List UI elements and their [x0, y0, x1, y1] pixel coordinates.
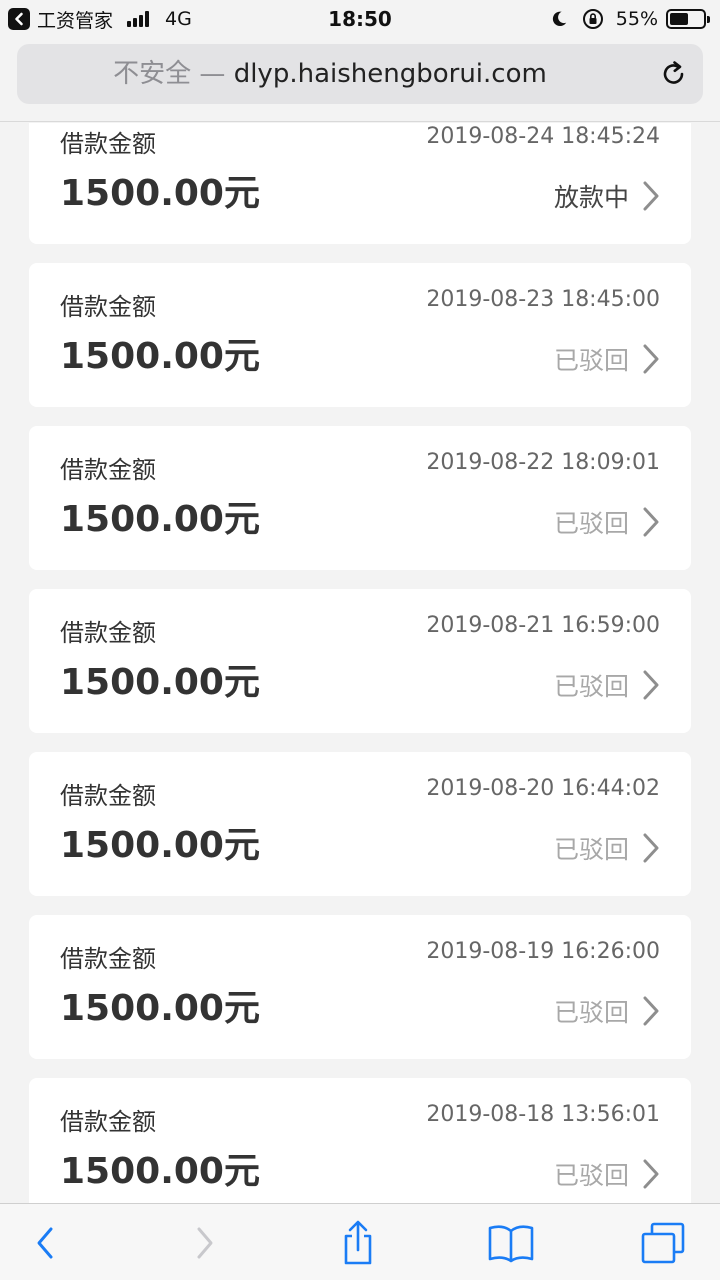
card-label: 借款金额 [60, 782, 156, 810]
card-status: 已驳回 [553, 998, 629, 1027]
card-time: 2019-08-22 18:09:01 [426, 450, 660, 475]
card-status: 放款中 [553, 183, 629, 212]
card-time: 2019-08-18 13:56:01 [426, 1102, 660, 1127]
tabs-button[interactable] [638, 1218, 688, 1268]
record-card[interactable]: 借款金额 2019-08-20 16:44:02 1500.00元 已驳回 [29, 752, 691, 896]
forward-button[interactable] [180, 1218, 230, 1268]
chevron-right-icon [643, 181, 659, 211]
battery-percent: 55% [615, 8, 658, 30]
card-amount: 1500.00元 [60, 336, 260, 377]
chevron-right-icon [643, 833, 659, 863]
status-bar: 工资管家 4G 18:50 55% [0, 0, 720, 38]
card-time: 2019-08-21 16:59:00 [426, 613, 660, 638]
record-card[interactable]: 借款金额 2019-08-18 13:56:01 1500.00元 已驳回 [29, 1078, 691, 1203]
card-amount: 1500.00元 [60, 988, 260, 1029]
card-amount: 1500.00元 [60, 173, 260, 214]
card-label: 借款金额 [60, 130, 156, 158]
card-time: 2019-08-19 16:26:00 [426, 939, 660, 964]
chevron-right-icon [643, 344, 659, 374]
record-list[interactable]: 借款金额 2019-08-24 18:45:24 1500.00元 放款中 借款… [0, 123, 720, 1203]
bookmarks-button[interactable] [486, 1218, 536, 1268]
card-label: 借款金额 [60, 293, 156, 321]
record-card[interactable]: 借款金额 2019-08-22 18:09:01 1500.00元 已驳回 [29, 426, 691, 570]
tabs-icon [641, 1222, 685, 1264]
card-amount: 1500.00元 [60, 662, 260, 703]
card-time: 2019-08-20 16:44:02 [426, 776, 660, 801]
record-card[interactable]: 借款金额 2019-08-19 16:26:00 1500.00元 已驳回 [29, 915, 691, 1059]
reload-icon[interactable] [659, 59, 689, 89]
address-bar[interactable]: 不安全 — dlyp.haishengborui.com [17, 44, 703, 104]
record-card[interactable]: 借款金额 2019-08-24 18:45:24 1500.00元 放款中 [29, 123, 691, 244]
insecure-label: 不安全 — [113, 59, 226, 89]
status-right: 55% [550, 4, 710, 34]
browser-header: 不安全 — dlyp.haishengborui.com [0, 38, 720, 122]
card-amount: 1500.00元 [60, 499, 260, 540]
rotation-lock-icon [582, 9, 603, 29]
card-label: 借款金额 [60, 619, 156, 647]
card-amount: 1500.00元 [60, 1151, 260, 1192]
card-status: 已驳回 [553, 672, 629, 701]
address-host: dlyp.haishengborui.com [233, 59, 547, 89]
share-button[interactable] [333, 1218, 383, 1268]
card-label: 借款金额 [60, 945, 156, 973]
chevron-right-icon [643, 996, 659, 1026]
card-status: 已驳回 [553, 835, 629, 864]
card-amount: 1500.00元 [60, 825, 260, 866]
record-card[interactable]: 借款金额 2019-08-21 16:59:00 1500.00元 已驳回 [29, 589, 691, 733]
record-card[interactable]: 借款金额 2019-08-23 18:45:00 1500.00元 已驳回 [29, 263, 691, 407]
back-button[interactable] [20, 1218, 70, 1268]
chevron-left-icon [37, 1227, 53, 1259]
chevron-right-icon [643, 1159, 659, 1189]
moon-icon [552, 11, 566, 27]
card-status: 已驳回 [553, 1161, 629, 1190]
battery-fill [670, 13, 688, 25]
book-icon [488, 1225, 534, 1263]
card-label: 借款金额 [60, 456, 156, 484]
chevron-right-icon [197, 1227, 213, 1259]
browser-toolbar [0, 1203, 720, 1280]
card-time: 2019-08-23 18:45:00 [426, 287, 660, 312]
address-text[interactable]: 不安全 — dlyp.haishengborui.com [17, 44, 643, 104]
card-time: 2019-08-24 18:45:24 [426, 124, 660, 149]
chevron-right-icon [643, 507, 659, 537]
battery-cap [707, 16, 710, 23]
chevron-right-icon [643, 670, 659, 700]
battery-icon [666, 9, 710, 29]
card-status: 已驳回 [553, 346, 629, 375]
share-icon [344, 1220, 372, 1265]
card-label: 借款金额 [60, 1108, 156, 1136]
card-status: 已驳回 [553, 509, 629, 538]
